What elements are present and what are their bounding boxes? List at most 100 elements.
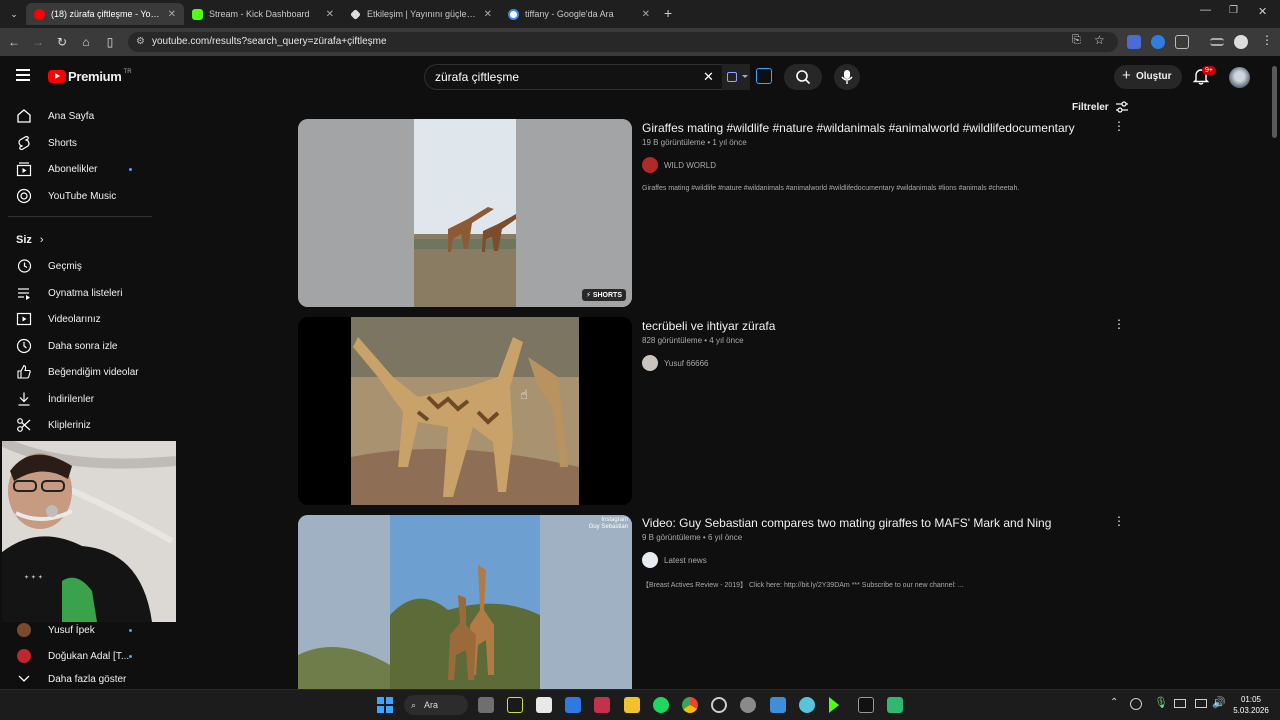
app-icon[interactable] bbox=[711, 697, 727, 713]
sidebar-sub-yusuf-ipek[interactable]: Yusuf İpek bbox=[0, 617, 160, 643]
video-title[interactable]: Video: Guy Sebastian compares two mating… bbox=[642, 516, 1051, 530]
file-explorer-icon[interactable] bbox=[624, 697, 640, 713]
channel-avatar bbox=[16, 622, 32, 638]
monitor-tray-icon[interactable] bbox=[1195, 699, 1207, 708]
sidebar-item-subscriptions[interactable]: Abonelikler bbox=[0, 156, 160, 182]
tray-app-icon[interactable] bbox=[1130, 698, 1142, 710]
taskbar-search[interactable]: ⌕ Ara bbox=[404, 695, 468, 715]
youtube-premium-logo[interactable]: Premium TR bbox=[48, 69, 132, 84]
tray-overflow-icon[interactable]: ⌃ bbox=[1110, 697, 1118, 708]
clear-search-icon[interactable]: ✕ bbox=[703, 69, 714, 85]
sidebar-item-clips[interactable]: Klipleriniz bbox=[0, 412, 160, 438]
video-thumbnail[interactable]: ⚡ SHORTS bbox=[298, 119, 632, 307]
bookmark-star-icon[interactable]: ☆ bbox=[1094, 33, 1105, 47]
search-input[interactable]: zürafa çiftleşme bbox=[424, 64, 724, 90]
app-icon[interactable] bbox=[565, 697, 581, 713]
notifications-button[interactable]: 9+ bbox=[1192, 66, 1216, 90]
close-icon[interactable]: ✕ bbox=[484, 9, 492, 20]
close-icon[interactable]: ✕ bbox=[326, 9, 334, 20]
home-icon[interactable]: ⌂ bbox=[78, 34, 94, 50]
sidebar-item-label: Doğukan Adal [T... bbox=[48, 650, 130, 662]
tab-search-icon[interactable]: ⌄ bbox=[6, 6, 22, 22]
channel-link[interactable]: Yusuf 66666 bbox=[642, 355, 708, 371]
chrome-icon[interactable] bbox=[682, 697, 698, 713]
sidebar-item-playlists[interactable]: Oynatma listeleri bbox=[0, 280, 160, 306]
keyboard-tray-icon[interactable] bbox=[1174, 699, 1186, 708]
site-info-icon[interactable]: ⚙ bbox=[136, 32, 145, 52]
hamburger-menu-icon[interactable] bbox=[16, 69, 30, 81]
page-scrollbar[interactable] bbox=[1272, 66, 1277, 138]
volume-icon[interactable]: 🔊 bbox=[1212, 696, 1226, 709]
keyboard-lang-button[interactable] bbox=[722, 64, 750, 90]
new-content-dot bbox=[129, 168, 132, 171]
tab-kick[interactable]: Stream - Kick Dashboard ✕ bbox=[184, 3, 342, 25]
kick-app-icon[interactable] bbox=[829, 697, 839, 713]
puzzle-extensions-icon[interactable] bbox=[1175, 35, 1189, 49]
globe-icon[interactable] bbox=[799, 697, 815, 713]
app-icon[interactable] bbox=[507, 697, 523, 713]
chevron-down-icon bbox=[16, 671, 32, 687]
channel-link[interactable]: WILD WORLD bbox=[642, 157, 716, 173]
channel-link[interactable]: Latest news bbox=[642, 552, 707, 568]
reading-list-icon[interactable] bbox=[1210, 38, 1224, 46]
sidebar-item-history[interactable]: Geçmiş bbox=[0, 253, 160, 279]
account-avatar[interactable] bbox=[1229, 67, 1250, 88]
restore-button[interactable]: ❐ bbox=[1229, 5, 1238, 16]
image-search-icon[interactable] bbox=[756, 68, 772, 84]
profile-avatar[interactable] bbox=[1234, 35, 1248, 49]
store-icon[interactable] bbox=[536, 697, 552, 713]
microphone-tray-icon[interactable]: 🎙 bbox=[1154, 696, 1168, 709]
sidebar-item-youtube-music[interactable]: YouTube Music bbox=[0, 183, 160, 209]
browser-menu-icon[interactable]: ⋮ bbox=[1261, 33, 1273, 47]
window-close-button[interactable]: ✕ bbox=[1258, 5, 1267, 18]
tab-etkilesim[interactable]: Etkileşim | Yayınını güçlendirme ✕ bbox=[342, 3, 500, 25]
sidebar-item-shorts[interactable]: Shorts bbox=[0, 130, 160, 156]
minimize-button[interactable]: — bbox=[1200, 4, 1211, 16]
sidebar-you-heading[interactable]: Siz › bbox=[0, 227, 160, 253]
filters-button[interactable]: Filtreler bbox=[1072, 101, 1129, 113]
video-title[interactable]: Giraffes mating #wildlife #nature #wilda… bbox=[642, 121, 1075, 135]
terminal-icon[interactable] bbox=[858, 697, 874, 713]
video-title[interactable]: tecrübeli ve ihtiyar zürafa bbox=[642, 319, 775, 333]
sidebar-item-liked-videos[interactable]: Beğendiğim videolar bbox=[0, 359, 160, 385]
tab-google[interactable]: tiffany - Google'da Ara ✕ bbox=[500, 3, 658, 25]
app-icon[interactable] bbox=[887, 697, 903, 713]
forward-icon[interactable]: → bbox=[30, 34, 46, 50]
settings-gear-icon[interactable] bbox=[740, 697, 756, 713]
back-icon[interactable]: ← bbox=[6, 34, 22, 50]
close-icon[interactable]: ✕ bbox=[168, 9, 176, 20]
webcam-person-image: ✦ ✦ ✦ bbox=[2, 441, 176, 622]
two-giraffes-image bbox=[298, 515, 632, 689]
sidebar-sub-dogukan-adal[interactable]: Doğukan Adal [T... bbox=[0, 643, 160, 669]
video-thumbnail[interactable]: ☝ bbox=[298, 317, 632, 505]
search-button[interactable] bbox=[784, 64, 822, 90]
extension-icon[interactable] bbox=[1151, 35, 1165, 49]
sidebar-show-more[interactable]: Daha fazla göster bbox=[0, 670, 160, 688]
windows-start-icon[interactable] bbox=[377, 697, 393, 713]
task-view-icon[interactable] bbox=[478, 697, 494, 713]
reload-icon[interactable]: ↻ bbox=[54, 34, 70, 50]
taskbar-clock[interactable]: 01:05 5.03.2026 bbox=[1228, 694, 1274, 716]
app-icon[interactable] bbox=[770, 697, 786, 713]
spotify-icon[interactable] bbox=[653, 697, 669, 713]
tab-youtube[interactable]: (18) zürafa çiftleşme - YouTube ✕ bbox=[26, 3, 184, 25]
more-options-icon[interactable]: ⋮ bbox=[1113, 119, 1125, 133]
close-icon[interactable]: ✕ bbox=[642, 9, 650, 20]
sidebar-item-your-videos[interactable]: Videolarınız bbox=[0, 306, 160, 332]
install-app-icon[interactable]: ⎘ bbox=[1072, 34, 1081, 47]
app-icon[interactable] bbox=[594, 697, 610, 713]
channel-avatar bbox=[642, 157, 658, 173]
more-options-icon[interactable]: ⋮ bbox=[1113, 514, 1125, 528]
voice-search-button[interactable] bbox=[834, 64, 860, 90]
sidebar-item-watch-later[interactable]: Daha sonra izle bbox=[0, 333, 160, 359]
sidebar-item-home[interactable]: Ana Sayfa bbox=[0, 103, 160, 129]
video-thumbnail[interactable]: Instagram Guy Sebastian bbox=[298, 515, 632, 689]
more-options-icon[interactable]: ⋮ bbox=[1113, 317, 1125, 331]
split-view-icon[interactable]: ▯ bbox=[102, 34, 118, 50]
url-field[interactable]: ⚙ youtube.com/results?search_query=züraf… bbox=[128, 32, 1118, 52]
translate-extension-icon[interactable] bbox=[1127, 35, 1141, 49]
new-tab-button[interactable]: + bbox=[664, 5, 672, 21]
create-button[interactable]: + Oluştur bbox=[1114, 65, 1182, 89]
sidebar-item-downloads[interactable]: İndirilenler bbox=[0, 386, 160, 412]
watermark-line: Instagram bbox=[601, 517, 628, 523]
